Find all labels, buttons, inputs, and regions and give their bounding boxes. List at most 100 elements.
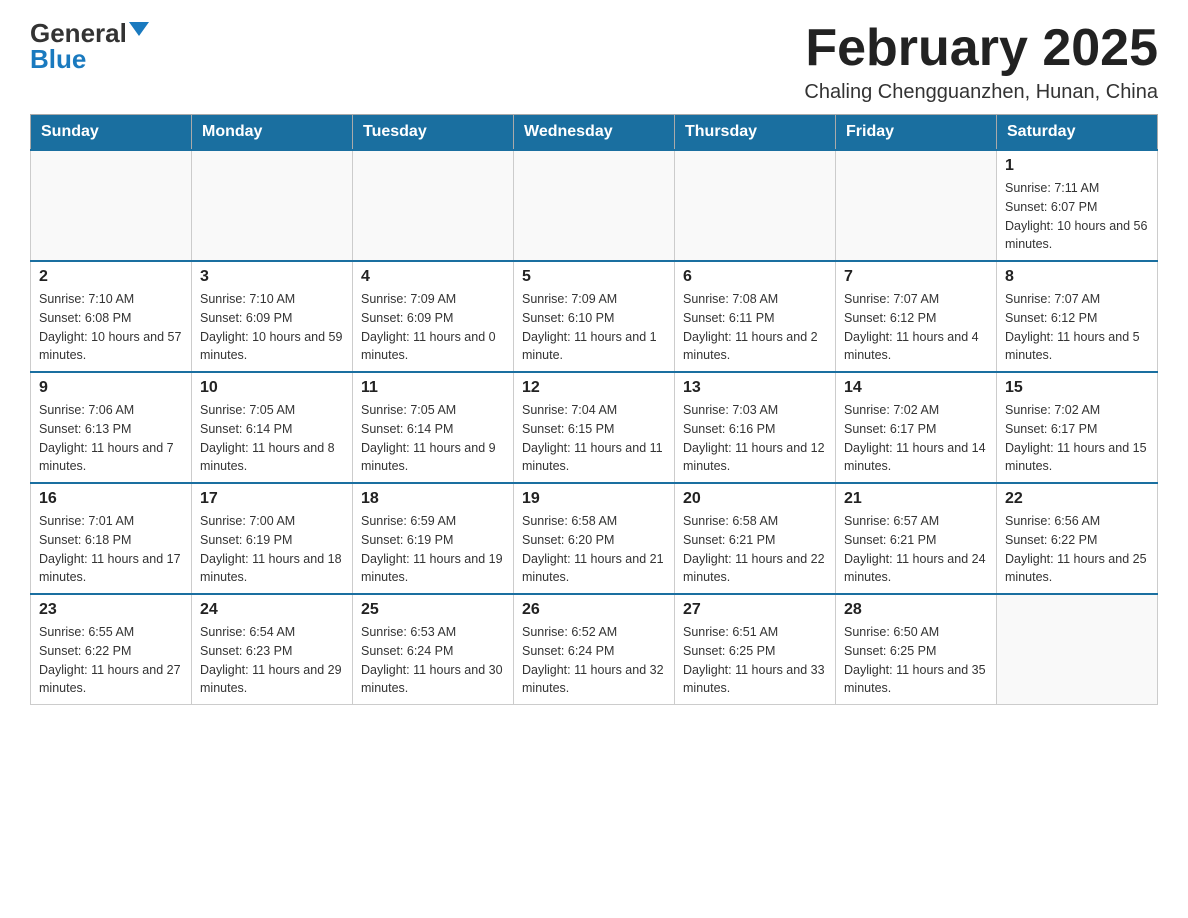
day-info: Sunrise: 7:05 AMSunset: 6:14 PMDaylight:… [200, 401, 344, 476]
calendar-cell: 6 Sunrise: 7:08 AMSunset: 6:11 PMDaylight… [675, 261, 836, 372]
calendar-cell: 10 Sunrise: 7:05 AMSunset: 6:14 PMDayligh… [192, 372, 353, 483]
logo-general-text: General [30, 20, 127, 46]
calendar-cell [997, 594, 1158, 705]
calendar-cell: 17 Sunrise: 7:00 AMSunset: 6:19 PMDayligh… [192, 483, 353, 594]
day-number: 12 [522, 379, 666, 397]
day-number: 21 [844, 490, 988, 508]
calendar-cell: 7Sunrise: 7:07 AMSunset: 6:12 PMDaylight… [836, 261, 997, 372]
calendar-cell: 4 Sunrise: 7:09 AMSunset: 6:09 PMDaylight… [353, 261, 514, 372]
day-number: 10 [200, 379, 344, 397]
calendar-header: SundayMondayTuesdayWednesdayThursdayFrid… [31, 115, 1158, 151]
day-info: Sunrise: 6:58 AMSunset: 6:21 PMDaylight:… [683, 512, 827, 587]
calendar-week-4: 16 Sunrise: 7:01 AMSunset: 6:18 PMDayligh… [31, 483, 1158, 594]
day-info: Sunrise: 7:07 AMSunset: 6:12 PMDaylight:… [1005, 290, 1149, 365]
weekday-header-row: SundayMondayTuesdayWednesdayThursdayFrid… [31, 115, 1158, 151]
calendar-cell [675, 150, 836, 261]
calendar-week-2: 2 Sunrise: 7:10 AMSunset: 6:08 PMDaylight… [31, 261, 1158, 372]
title-block: February 2025 Chaling Chengguanzhen, Hun… [804, 20, 1158, 104]
calendar-cell [31, 150, 192, 261]
day-number: 8 [1005, 268, 1149, 286]
day-number: 28 [844, 601, 988, 619]
day-info: Sunrise: 6:54 AMSunset: 6:23 PMDaylight:… [200, 623, 344, 698]
day-number: 11 [361, 379, 505, 397]
calendar-body: 1Sunrise: 7:11 AMSunset: 6:07 PMDaylight… [31, 150, 1158, 705]
calendar-cell: 15 Sunrise: 7:02 AMSunset: 6:17 PMDayligh… [997, 372, 1158, 483]
weekday-header-thursday: Thursday [675, 115, 836, 151]
day-number: 17 [200, 490, 344, 508]
day-info: Sunrise: 7:09 AMSunset: 6:09 PMDaylight:… [361, 290, 505, 365]
calendar-week-3: 9 Sunrise: 7:06 AMSunset: 6:13 PMDaylight… [31, 372, 1158, 483]
calendar-cell: 28 Sunrise: 6:50 AMSunset: 6:25 PMDayligh… [836, 594, 997, 705]
weekday-header-friday: Friday [836, 115, 997, 151]
calendar-cell: 22Sunrise: 6:56 AMSunset: 6:22 PMDayligh… [997, 483, 1158, 594]
calendar-cell: 21 Sunrise: 6:57 AMSunset: 6:21 PMDayligh… [836, 483, 997, 594]
logo-triangle-icon [129, 22, 149, 36]
calendar-cell: 24 Sunrise: 6:54 AMSunset: 6:23 PMDayligh… [192, 594, 353, 705]
calendar-cell [514, 150, 675, 261]
day-info: Sunrise: 7:05 AMSunset: 6:14 PMDaylight:… [361, 401, 505, 476]
day-number: 19 [522, 490, 666, 508]
calendar-cell [192, 150, 353, 261]
calendar-cell: 12 Sunrise: 7:04 AMSunset: 6:15 PMDayligh… [514, 372, 675, 483]
day-info: Sunrise: 7:08 AMSunset: 6:11 PMDaylight:… [683, 290, 827, 365]
calendar-cell [836, 150, 997, 261]
calendar-cell: 27 Sunrise: 6:51 AMSunset: 6:25 PMDayligh… [675, 594, 836, 705]
calendar-cell: 9 Sunrise: 7:06 AMSunset: 6:13 PMDaylight… [31, 372, 192, 483]
calendar-cell: 18 Sunrise: 6:59 AMSunset: 6:19 PMDayligh… [353, 483, 514, 594]
day-number: 15 [1005, 379, 1149, 397]
day-number: 16 [39, 490, 183, 508]
logo: General Blue [30, 20, 149, 72]
day-number: 2 [39, 268, 183, 286]
weekday-header-wednesday: Wednesday [514, 115, 675, 151]
calendar-table: SundayMondayTuesdayWednesdayThursdayFrid… [30, 114, 1158, 705]
day-info: Sunrise: 7:04 AMSunset: 6:15 PMDaylight:… [522, 401, 666, 476]
weekday-header-saturday: Saturday [997, 115, 1158, 151]
calendar-cell: 16 Sunrise: 7:01 AMSunset: 6:18 PMDayligh… [31, 483, 192, 594]
day-info: Sunrise: 7:00 AMSunset: 6:19 PMDaylight:… [200, 512, 344, 587]
page-header: General Blue February 2025 Chaling Cheng… [30, 20, 1158, 104]
day-number: 24 [200, 601, 344, 619]
day-number: 9 [39, 379, 183, 397]
day-info: Sunrise: 6:55 AMSunset: 6:22 PMDaylight:… [39, 623, 183, 698]
weekday-header-monday: Monday [192, 115, 353, 151]
calendar-cell: 25Sunrise: 6:53 AMSunset: 6:24 PMDayligh… [353, 594, 514, 705]
location-title: Chaling Chengguanzhen, Hunan, China [804, 81, 1158, 104]
day-info: Sunrise: 7:07 AMSunset: 6:12 PMDaylight:… [844, 290, 988, 365]
day-info: Sunrise: 7:03 AMSunset: 6:16 PMDaylight:… [683, 401, 827, 476]
calendar-cell: 2 Sunrise: 7:10 AMSunset: 6:08 PMDaylight… [31, 261, 192, 372]
day-info: Sunrise: 6:57 AMSunset: 6:21 PMDaylight:… [844, 512, 988, 587]
day-number: 1 [1005, 157, 1149, 175]
day-info: Sunrise: 6:58 AMSunset: 6:20 PMDaylight:… [522, 512, 666, 587]
calendar-cell: 23 Sunrise: 6:55 AMSunset: 6:22 PMDayligh… [31, 594, 192, 705]
weekday-header-sunday: Sunday [31, 115, 192, 151]
day-info: Sunrise: 7:02 AMSunset: 6:17 PMDaylight:… [1005, 401, 1149, 476]
day-number: 25 [361, 601, 505, 619]
day-number: 14 [844, 379, 988, 397]
calendar-cell: 14 Sunrise: 7:02 AMSunset: 6:17 PMDayligh… [836, 372, 997, 483]
day-info: Sunrise: 6:50 AMSunset: 6:25 PMDaylight:… [844, 623, 988, 698]
logo-blue-text: Blue [30, 46, 86, 72]
month-title: February 2025 [804, 20, 1158, 77]
weekday-header-tuesday: Tuesday [353, 115, 514, 151]
day-info: Sunrise: 7:06 AMSunset: 6:13 PMDaylight:… [39, 401, 183, 476]
calendar-cell: 20 Sunrise: 6:58 AMSunset: 6:21 PMDayligh… [675, 483, 836, 594]
calendar-cell: 3Sunrise: 7:10 AMSunset: 6:09 PMDaylight… [192, 261, 353, 372]
calendar-cell: 8 Sunrise: 7:07 AMSunset: 6:12 PMDaylight… [997, 261, 1158, 372]
day-info: Sunrise: 7:02 AMSunset: 6:17 PMDaylight:… [844, 401, 988, 476]
day-number: 4 [361, 268, 505, 286]
calendar-cell: 11 Sunrise: 7:05 AMSunset: 6:14 PMDayligh… [353, 372, 514, 483]
day-number: 6 [683, 268, 827, 286]
day-info: Sunrise: 6:59 AMSunset: 6:19 PMDaylight:… [361, 512, 505, 587]
calendar-cell: 1Sunrise: 7:11 AMSunset: 6:07 PMDaylight… [997, 150, 1158, 261]
day-number: 18 [361, 490, 505, 508]
day-number: 27 [683, 601, 827, 619]
day-number: 5 [522, 268, 666, 286]
day-info: Sunrise: 7:01 AMSunset: 6:18 PMDaylight:… [39, 512, 183, 587]
calendar-cell: 26Sunrise: 6:52 AMSunset: 6:24 PMDayligh… [514, 594, 675, 705]
day-number: 3 [200, 268, 344, 286]
day-info: Sunrise: 7:10 AMSunset: 6:08 PMDaylight:… [39, 290, 183, 365]
day-number: 23 [39, 601, 183, 619]
day-info: Sunrise: 6:51 AMSunset: 6:25 PMDaylight:… [683, 623, 827, 698]
day-number: 22 [1005, 490, 1149, 508]
day-number: 20 [683, 490, 827, 508]
